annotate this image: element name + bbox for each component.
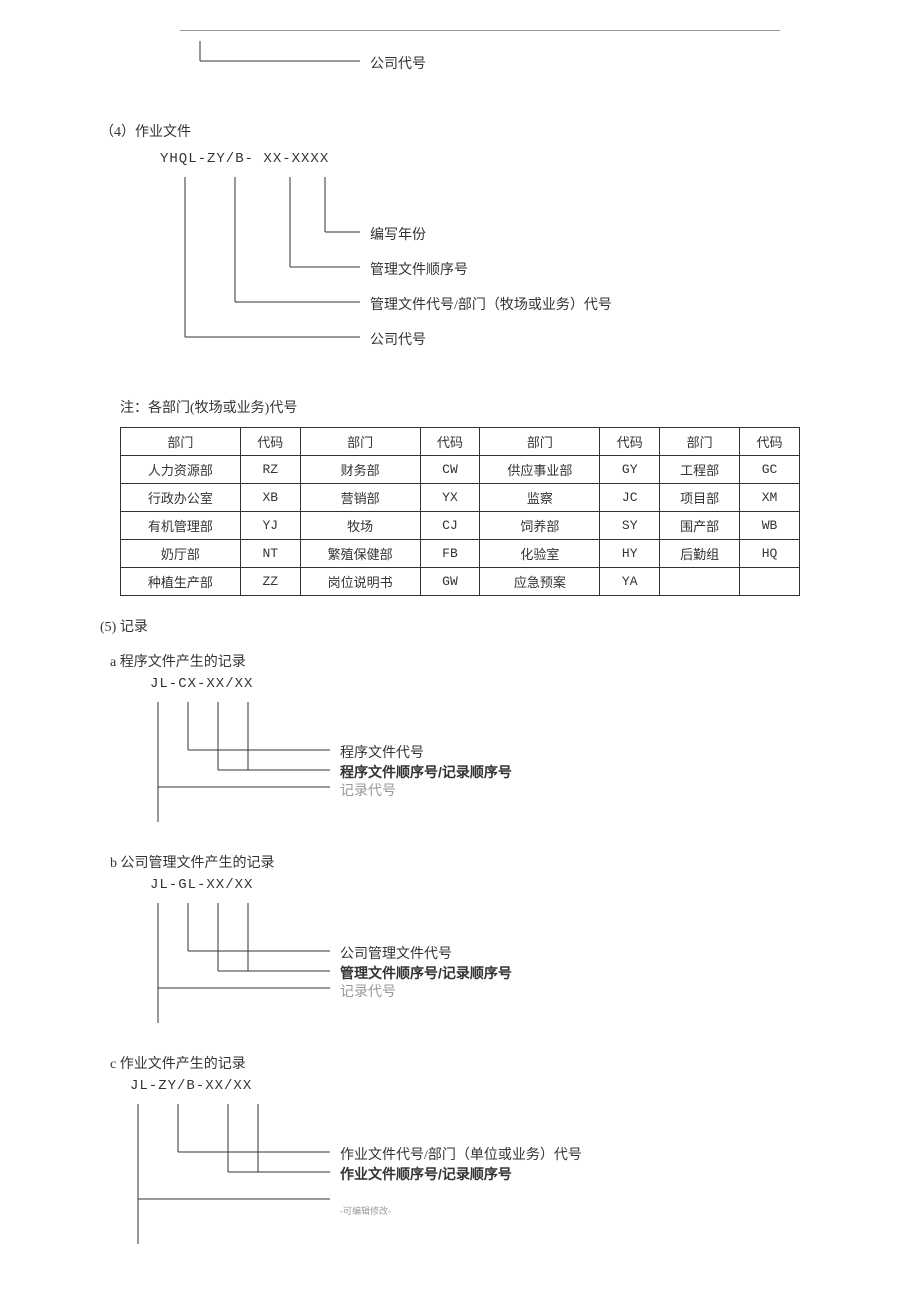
table-cell: 人力资源部: [121, 456, 241, 484]
table-cell: [740, 568, 800, 596]
section5-title: (5) 记录: [100, 616, 820, 636]
table-cell: [660, 568, 740, 596]
table-cell: GY: [600, 456, 660, 484]
table-cell: 化验室: [480, 540, 600, 568]
table-cell: 饲养部: [480, 512, 600, 540]
table-cell: 奶厅部: [121, 540, 241, 568]
table-cell: 岗位说明书: [300, 568, 420, 596]
th: 部门: [480, 428, 600, 456]
table-cell: FB: [420, 540, 480, 568]
table-cell: 繁殖保健部: [300, 540, 420, 568]
table-cell: 有机管理部: [121, 512, 241, 540]
section4-code: YHQL-ZY/B- XX-XXXX: [160, 151, 820, 167]
th: 部门: [300, 428, 420, 456]
table-row: 人力资源部RZ财务部CW供应事业部GY工程部GC: [121, 456, 800, 484]
table-cell: WB: [740, 512, 800, 540]
table-cell: 供应事业部: [480, 456, 600, 484]
s5b-l1: 公司管理文件代号: [340, 943, 452, 963]
section4-title: （4）作业文件: [100, 121, 820, 141]
th: 代码: [240, 428, 300, 456]
table-row: 奶厅部NT繁殖保健部FB化验室HY后勤组HQ: [121, 540, 800, 568]
table-cell: XB: [240, 484, 300, 512]
s4-label3: 管理文件代号/部门（牧场或业务）代号: [370, 294, 612, 314]
table-cell: 财务部: [300, 456, 420, 484]
table-cell: XM: [740, 484, 800, 512]
table-cell: YJ: [240, 512, 300, 540]
table-cell: ZZ: [240, 568, 300, 596]
th: 部门: [121, 428, 241, 456]
s4-label4: 公司代号: [370, 329, 426, 349]
top-company-label: 公司代号: [370, 53, 426, 73]
s5a-l3: 记录代号: [340, 780, 396, 800]
table-cell: 监察: [480, 484, 600, 512]
table-cell: SY: [600, 512, 660, 540]
table-note: 注：各部门(牧场或业务)代号: [120, 397, 820, 417]
s5c-code: JL-ZY/B-XX/XX: [130, 1078, 820, 1094]
s5b-code: JL-GL-XX/XX: [150, 877, 820, 893]
table-cell: YA: [600, 568, 660, 596]
s5b-l3: 记录代号: [340, 981, 396, 1001]
table-cell: GW: [420, 568, 480, 596]
table-cell: 应急预案: [480, 568, 600, 596]
table-cell: 营销部: [300, 484, 420, 512]
s5c-l1: 作业文件代号/部门（单位或业务）代号: [340, 1144, 582, 1164]
table-cell: GC: [740, 456, 800, 484]
s5b-l2: 管理文件顺序号/记录顺序号: [340, 963, 512, 983]
table-cell: HQ: [740, 540, 800, 568]
dept-code-table: 部门 代码 部门 代码 部门 代码 部门 代码 人力资源部RZ财务部CW供应事业…: [120, 427, 800, 596]
table-cell: HY: [600, 540, 660, 568]
table-cell: CW: [420, 456, 480, 484]
table-cell: 行政办公室: [121, 484, 241, 512]
th: 代码: [420, 428, 480, 456]
s5a-title: a 程序文件产生的记录: [110, 651, 820, 671]
table-cell: CJ: [420, 512, 480, 540]
table-cell: 项目部: [660, 484, 740, 512]
top-rule: [180, 30, 780, 31]
table-row: 行政办公室XB营销部YX监察JC项目部XM: [121, 484, 800, 512]
table-cell: 工程部: [660, 456, 740, 484]
table-cell: 后勤组: [660, 540, 740, 568]
table-cell: 种植生产部: [121, 568, 241, 596]
s5a-l1: 程序文件代号: [340, 742, 424, 762]
s5c-title: c 作业文件产生的记录: [110, 1053, 820, 1073]
s5c-l2: 作业文件顺序号/记录顺序号: [340, 1164, 512, 1184]
th: 代码: [600, 428, 660, 456]
top-diagram-lines: [100, 41, 800, 81]
s4-label2: 管理文件顺序号: [370, 259, 468, 279]
table-cell: RZ: [240, 456, 300, 484]
table-cell: 围产部: [660, 512, 740, 540]
table-row: 种植生产部ZZ岗位说明书GW应急预案YA: [121, 568, 800, 596]
table-row: 有机管理部YJ牧场CJ饲养部SY围产部WB: [121, 512, 800, 540]
th: 部门: [660, 428, 740, 456]
th: 代码: [740, 428, 800, 456]
s5b-title: b 公司管理文件产生的记录: [110, 852, 820, 872]
table-cell: NT: [240, 540, 300, 568]
table-cell: YX: [420, 484, 480, 512]
footer-text: -可编辑修改-: [340, 1204, 391, 1217]
table-cell: JC: [600, 484, 660, 512]
s5a-l2: 程序文件顺序号/记录顺序号: [340, 762, 512, 782]
table-header-row: 部门 代码 部门 代码 部门 代码 部门 代码: [121, 428, 800, 456]
s5a-code: JL-CX-XX/XX: [150, 676, 820, 692]
table-cell: 牧场: [300, 512, 420, 540]
s4-label1: 编写年份: [370, 224, 426, 244]
